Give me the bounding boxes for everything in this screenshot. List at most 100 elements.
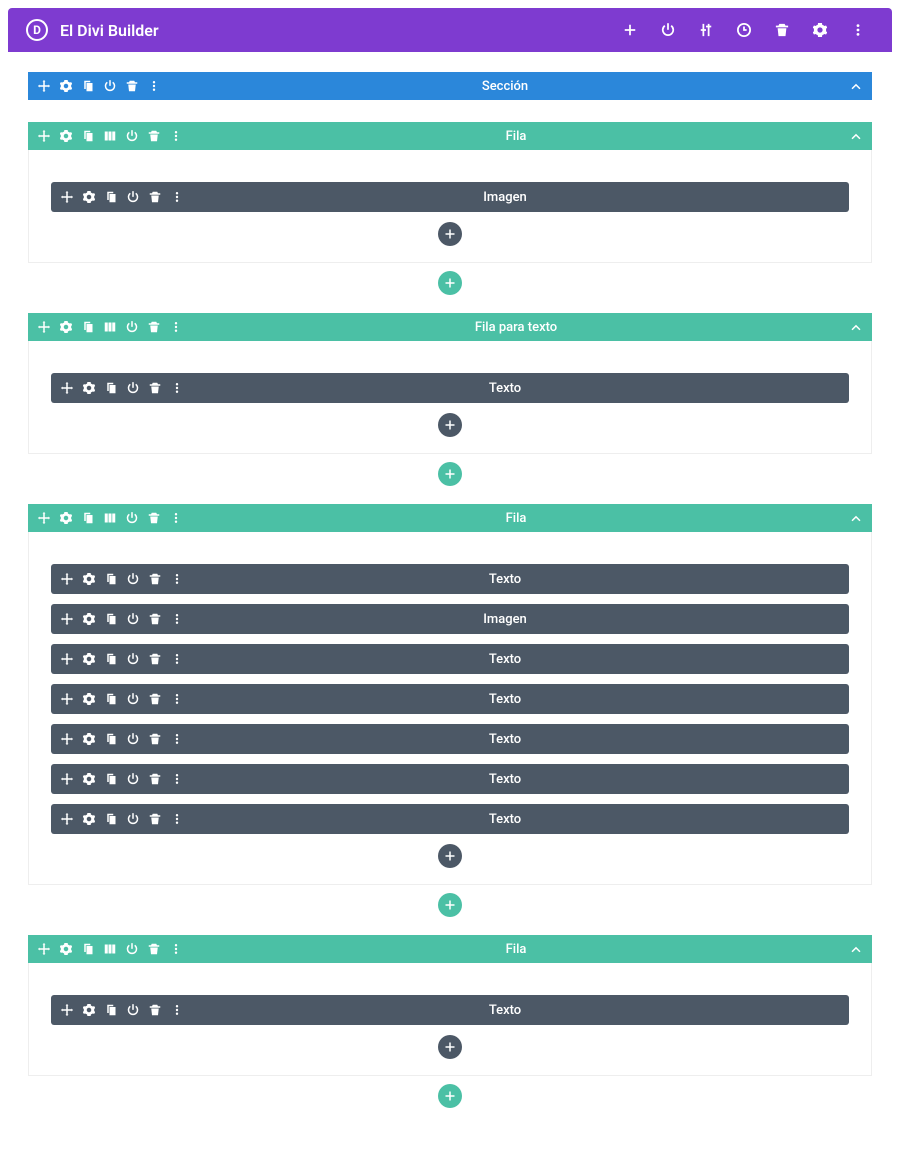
gear-icon[interactable] [60,130,72,142]
move-icon[interactable] [61,653,73,665]
trash-icon[interactable] [149,693,161,705]
trash-icon[interactable] [148,943,160,955]
gear-icon[interactable] [83,773,95,785]
move-icon[interactable] [38,943,50,955]
columns-icon[interactable] [104,130,116,142]
gear-icon[interactable] [60,512,72,524]
move-icon[interactable] [61,382,73,394]
power-icon[interactable] [127,653,139,665]
power-icon[interactable] [127,813,139,825]
trash-icon[interactable] [148,512,160,524]
copy-icon[interactable] [105,813,117,825]
power-icon[interactable] [127,191,139,203]
trash-icon[interactable] [148,130,160,142]
module-bar[interactable]: Texto [51,804,849,834]
power-icon[interactable] [126,130,138,142]
move-icon[interactable] [38,130,50,142]
more-icon[interactable] [171,653,183,665]
copy-icon[interactable] [105,1004,117,1016]
gear-icon[interactable] [83,653,95,665]
more-icon[interactable] [171,573,183,585]
module-bar[interactable]: Texto [51,995,849,1025]
more-icon[interactable] [171,613,183,625]
module-bar[interactable]: Texto [51,644,849,674]
trash-icon[interactable] [149,382,161,394]
power-icon[interactable] [127,613,139,625]
row-bar[interactable]: Fila [28,935,872,963]
columns-icon[interactable] [104,943,116,955]
gear-icon[interactable] [83,733,95,745]
power-icon[interactable] [126,321,138,333]
power-icon[interactable] [127,1004,139,1016]
move-icon[interactable] [61,613,73,625]
gear-icon[interactable] [60,321,72,333]
trash-icon[interactable] [149,1004,161,1016]
copy-icon[interactable] [105,653,117,665]
row-bar[interactable]: Fila [28,122,872,150]
collapse-icon[interactable] [850,321,862,333]
more-icon[interactable] [170,943,182,955]
gear-icon[interactable] [83,573,95,585]
trash-icon[interactable] [149,653,161,665]
move-icon[interactable] [61,1004,73,1016]
copy-icon[interactable] [82,512,94,524]
module-bar[interactable]: Texto [51,564,849,594]
more-icon[interactable] [170,512,182,524]
add-row-button[interactable] [438,1084,462,1108]
section-bar[interactable]: Sección [28,72,872,100]
header-sliders-button[interactable] [690,23,722,37]
gear-icon[interactable] [83,613,95,625]
add-row-button[interactable] [438,271,462,295]
copy-icon[interactable] [105,573,117,585]
move-icon[interactable] [38,512,50,524]
gear-icon[interactable] [83,1004,95,1016]
copy-icon[interactable] [105,382,117,394]
move-icon[interactable] [61,693,73,705]
header-settings-button[interactable] [804,23,836,37]
module-bar[interactable]: Texto [51,764,849,794]
gear-icon[interactable] [83,693,95,705]
row-bar[interactable]: Fila [28,504,872,532]
add-row-button[interactable] [438,893,462,917]
gear-icon[interactable] [83,813,95,825]
header-more-button[interactable] [842,23,874,37]
collapse-icon[interactable] [850,130,862,142]
copy-icon[interactable] [105,733,117,745]
add-module-button[interactable] [438,844,462,868]
trash-icon[interactable] [126,80,138,92]
header-history-button[interactable] [728,23,760,37]
header-add-button[interactable] [614,23,646,37]
add-module-button[interactable] [438,222,462,246]
module-bar[interactable]: Imagen [51,604,849,634]
gear-icon[interactable] [83,382,95,394]
more-icon[interactable] [170,321,182,333]
copy-icon[interactable] [82,943,94,955]
trash-icon[interactable] [149,573,161,585]
gear-icon[interactable] [83,191,95,203]
more-icon[interactable] [171,773,183,785]
copy-icon[interactable] [82,130,94,142]
power-icon[interactable] [104,80,116,92]
power-icon[interactable] [127,382,139,394]
move-icon[interactable] [61,773,73,785]
row-bar[interactable]: Fila para texto [28,313,872,341]
copy-icon[interactable] [82,321,94,333]
power-icon[interactable] [127,773,139,785]
columns-icon[interactable] [104,512,116,524]
module-bar[interactable]: Texto [51,373,849,403]
move-icon[interactable] [61,813,73,825]
power-icon[interactable] [127,693,139,705]
trash-icon[interactable] [149,773,161,785]
power-icon[interactable] [126,943,138,955]
header-power-button[interactable] [652,23,684,37]
more-icon[interactable] [170,130,182,142]
add-module-button[interactable] [438,413,462,437]
more-icon[interactable] [148,80,160,92]
power-icon[interactable] [126,512,138,524]
copy-icon[interactable] [105,693,117,705]
collapse-icon[interactable] [850,80,862,92]
more-icon[interactable] [171,191,183,203]
more-icon[interactable] [171,382,183,394]
trash-icon[interactable] [149,613,161,625]
module-bar[interactable]: Imagen [51,182,849,212]
